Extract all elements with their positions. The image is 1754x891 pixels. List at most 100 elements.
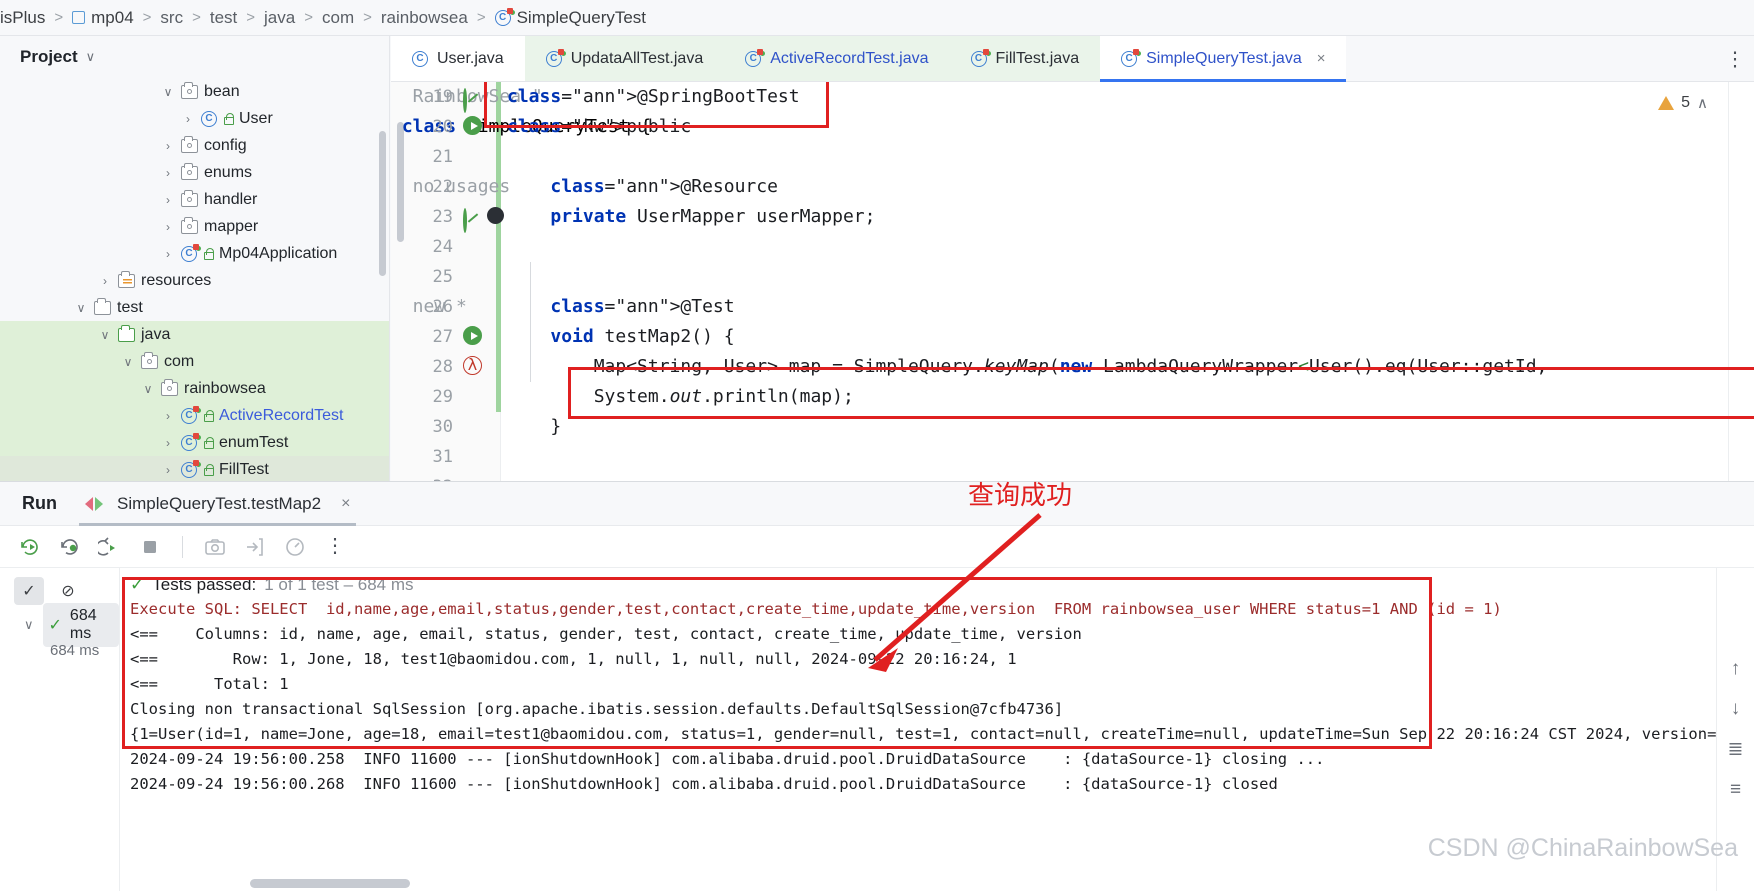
rerun-failed-icon[interactable]	[58, 535, 82, 559]
gutter-icon[interactable]	[463, 386, 485, 408]
gutter-icon[interactable]	[463, 416, 485, 438]
code-line-25: 25	[391, 262, 1754, 292]
disclosure-arrow-icon[interactable]: ›	[98, 274, 112, 288]
close-icon[interactable]: ×	[341, 495, 350, 513]
breadcrumb-item-6[interactable]: rainbowsea	[381, 8, 468, 28]
breadcrumb-item-1[interactable]: mp04	[72, 8, 134, 28]
console-lines: Execute SQL: SELECT id,name,age,email,st…	[120, 597, 1754, 797]
breadcrumb-item-3[interactable]: test	[210, 8, 237, 28]
scroll-up-icon[interactable]: ↑	[1731, 658, 1741, 680]
console-line: Execute SQL: SELECT id,name,age,email,st…	[120, 597, 1754, 622]
spring-bean-icon[interactable]	[463, 208, 467, 233]
tree-item-handler[interactable]: ›handler	[0, 186, 389, 213]
disclosure-arrow-icon[interactable]: ›	[181, 112, 195, 126]
breadcrumb-label: test	[210, 8, 237, 28]
disclosure-arrow-icon[interactable]: ›	[161, 166, 175, 180]
tree-item-config[interactable]: ›config	[0, 132, 389, 159]
close-icon[interactable]: ×	[1317, 50, 1326, 67]
breadcrumb-item-7[interactable]: C SimpleQueryTest	[495, 8, 646, 28]
disclosure-arrow-icon[interactable]: ›	[161, 409, 175, 423]
disclosure-arrow-icon[interactable]: ∨	[141, 382, 155, 396]
inspection-widget[interactable]: 5 ∧	[1658, 94, 1708, 112]
breadcrumb-item-5[interactable]: com	[322, 8, 354, 28]
tree-item-java[interactable]: ∨java	[0, 321, 389, 348]
chevron-down-icon[interactable]: ∨	[86, 49, 96, 65]
chevron-down-icon[interactable]: ∨	[24, 617, 34, 633]
camera-icon[interactable]	[203, 535, 227, 559]
tree-item-activerecordtest[interactable]: ›CActiveRecordTest	[0, 402, 389, 429]
console-horizontal-scrollbar[interactable]	[250, 879, 410, 888]
hide-ignored-icon[interactable]: ⊘	[53, 577, 83, 605]
disclosure-arrow-icon[interactable]: ∨	[98, 328, 112, 342]
gutter-icon[interactable]	[463, 116, 485, 138]
disclosure-arrow-icon[interactable]: ›	[161, 139, 175, 153]
disclosure-arrow-icon[interactable]: ›	[161, 247, 175, 261]
tree-item-test[interactable]: ∨test	[0, 294, 389, 321]
tree-item-label: bean	[204, 83, 240, 101]
gutter-icon[interactable]	[463, 296, 485, 318]
unlocked-icon	[203, 248, 213, 260]
run-configuration-tab[interactable]: SimpleQueryTest.testMap2 ×	[79, 482, 356, 526]
editor-tab-updataalltest[interactable]: CUpdataAllTest.java	[525, 36, 725, 81]
gutter-icon[interactable]	[463, 266, 485, 288]
gutter-icon[interactable]	[463, 206, 485, 228]
more-icon[interactable]: ⋮	[323, 535, 347, 559]
rerun-icon[interactable]	[18, 535, 42, 559]
tree-item-filltest[interactable]: ›CFillTest	[0, 456, 389, 481]
run-test-icon[interactable]	[463, 116, 482, 135]
gutter-icon[interactable]	[463, 326, 485, 348]
profile-icon[interactable]	[283, 535, 307, 559]
chevron-up-icon[interactable]: ∧	[1697, 94, 1708, 112]
disclosure-arrow-icon[interactable]: ∨	[121, 355, 135, 369]
breadcrumb-item-0[interactable]: isPlus	[0, 8, 45, 28]
breadcrumb-item-4[interactable]: java	[264, 8, 295, 28]
tree-item-mapper[interactable]: ›mapper	[0, 213, 389, 240]
gutter-icon[interactable]	[463, 236, 485, 258]
gutter-icon[interactable]	[463, 176, 485, 198]
project-tree-scrollbar[interactable]	[379, 131, 386, 276]
run-test-icon[interactable]	[463, 326, 482, 345]
gutter-icon[interactable]	[463, 86, 485, 108]
tree-item-bean[interactable]: ∨ bean	[0, 78, 389, 105]
test-duration-chip[interactable]: ✓ 684 ms	[43, 603, 119, 647]
editor-tab-activerecordtest[interactable]: CActiveRecordTest.java	[724, 36, 949, 81]
editor-area: CUser.javaCUpdataAllTest.javaCActiveReco…	[391, 36, 1754, 481]
disclosure-arrow-icon[interactable]: ›	[161, 436, 175, 450]
editor-tab-simplequerytest[interactable]: CSimpleQueryTest.java×	[1100, 36, 1346, 81]
gutter-icon[interactable]	[463, 446, 485, 468]
disclosure-arrow-icon[interactable]: ›	[161, 463, 175, 477]
tree-item-resources[interactable]: ›resources	[0, 267, 389, 294]
disclosure-arrow-icon[interactable]: ∨	[161, 85, 175, 99]
editor-tab-label: User.java	[437, 50, 504, 68]
show-passed-icon[interactable]: ✓	[14, 577, 44, 605]
spring-bean-icon[interactable]	[463, 88, 467, 113]
breadcrumb-label: mp04	[91, 8, 134, 28]
export-icon[interactable]	[243, 535, 267, 559]
scroll-down-icon[interactable]: ↓	[1731, 698, 1741, 720]
tree-item-enums[interactable]: ›enums	[0, 159, 389, 186]
tree-item-user[interactable]: ›CUser	[0, 105, 389, 132]
repeat-icon[interactable]	[98, 535, 122, 559]
soft-wrap-icon[interactable]: ≡	[1730, 779, 1741, 801]
breadcrumb-item-2[interactable]: src	[160, 8, 183, 28]
stop-icon[interactable]	[138, 535, 162, 559]
test-duration-row[interactable]: ∨ ✓ 684 ms	[0, 608, 119, 642]
gutter-icon[interactable]: λ	[463, 356, 485, 378]
disclosure-arrow-icon[interactable]: ›	[161, 193, 175, 207]
disclosure-arrow-icon[interactable]: ∨	[74, 301, 88, 315]
tabs-more-icon[interactable]: ⋮	[1725, 46, 1746, 71]
tree-item-com[interactable]: ∨com	[0, 348, 389, 375]
disclosure-arrow-icon[interactable]: ›	[161, 220, 175, 234]
tree-item-enumtest[interactable]: ›CenumTest	[0, 429, 389, 456]
java-bean-icon[interactable]	[487, 207, 504, 224]
code-editor[interactable]: 19class="ann">@SpringBootTest RainbowSea…	[391, 82, 1754, 481]
wrap-icon[interactable]: ≣	[1728, 738, 1744, 761]
gutter-icon[interactable]	[463, 146, 485, 168]
project-panel-header[interactable]: Project ∨	[0, 36, 389, 78]
tree-item-rainbowsea[interactable]: ∨rainbowsea	[0, 375, 389, 402]
editor-tab-user[interactable]: CUser.java	[391, 36, 525, 81]
editor-tab-filltest[interactable]: CFillTest.java	[950, 36, 1101, 81]
tree-item-mp04application[interactable]: ›CMp04Application	[0, 240, 389, 267]
unlocked-icon	[203, 464, 213, 476]
lambda-icon[interactable]: λ	[463, 356, 482, 375]
